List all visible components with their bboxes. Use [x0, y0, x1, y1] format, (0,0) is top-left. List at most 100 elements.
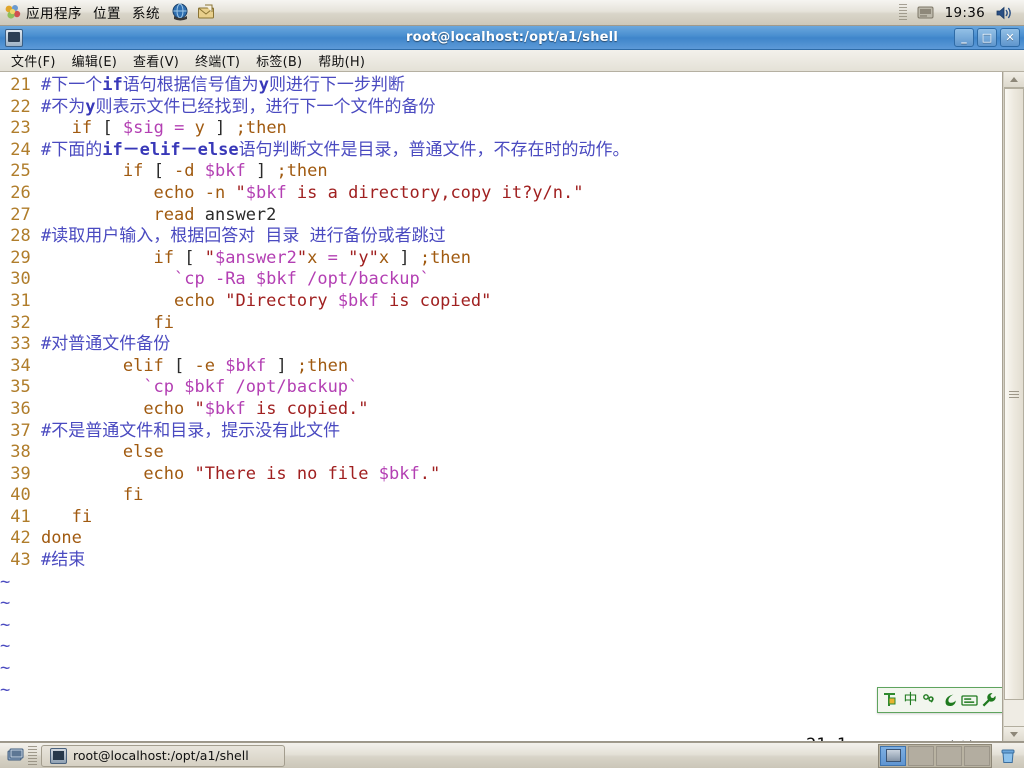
menu-3[interactable]: 查看(V)	[125, 49, 187, 72]
code-segment: "Directory	[225, 290, 338, 311]
soft-keyboard-icon[interactable]	[960, 690, 978, 710]
tray-drag-handle[interactable]	[898, 3, 907, 22]
code-segment: 语句判断文件是目录，普通文件，不存在时的动作。	[238, 139, 630, 160]
code-segment: else	[122, 442, 164, 463]
code-segment: [	[174, 247, 205, 268]
applications-menu-label: 应用程序	[26, 6, 82, 22]
code-segment: 则进行下一步判断	[268, 75, 405, 95]
editor-line: 32 fi	[0, 313, 1002, 335]
menu-5[interactable]: 标签(B)	[248, 49, 310, 72]
code-segment: y	[85, 96, 96, 117]
show-desktop-icon	[7, 748, 23, 760]
menu-label: 终端	[195, 55, 222, 70]
editor-line: 25 if [ -d $bkf ] ;then	[0, 161, 1002, 183]
code-segment: -e	[194, 355, 215, 376]
places-menu[interactable]: 位置	[89, 1, 128, 24]
system-menu[interactable]: 系统	[128, 1, 167, 24]
menu-label: 文件	[11, 55, 38, 70]
workspace-1[interactable]	[880, 745, 906, 766]
editor-line: 23 if [ $sig = y ] ;then	[0, 118, 1002, 140]
ime-toolbar[interactable]: 中	[877, 687, 1003, 713]
minimize-button[interactable]: _	[954, 28, 974, 47]
scrollbar-thumb[interactable]	[1003, 88, 1024, 700]
web-browser-launcher[interactable]	[168, 2, 192, 24]
workspace-switcher[interactable]	[878, 743, 992, 768]
volume-tray-icon[interactable]	[992, 2, 1016, 24]
applications-menu[interactable]: 应用程序	[0, 1, 89, 24]
menu-label: 编辑	[71, 55, 99, 70]
code-segment: 则表示文件已经找到，进行下一个文件的备份	[95, 96, 436, 117]
terminal-window: root@localhost:/opt/a1/shell _ □ ✕ 文件(F)…	[0, 26, 1024, 742]
scroll-up-arrow[interactable]	[1003, 72, 1024, 88]
code-segment: x	[378, 247, 390, 268]
display-tray-icon[interactable]	[914, 2, 938, 24]
workspace-4[interactable]	[964, 745, 990, 766]
editor-line: 41 fi	[0, 507, 1002, 529]
mail-client-icon	[197, 4, 214, 19]
code-segment: "	[204, 247, 215, 268]
empty-line-marker: ~	[0, 593, 1002, 615]
ime-logo-icon[interactable]	[882, 690, 900, 710]
vim-buffer[interactable]: 21 #下一个if语句根据信号值为y则进行下一步判断 22 #不为y则表示文件已…	[0, 72, 1002, 741]
code-segment: ]	[245, 161, 277, 182]
menu-1[interactable]: 文件(F)	[3, 49, 64, 72]
menu-mnemonic: (V)	[159, 55, 180, 70]
code-segment: ;then	[419, 247, 472, 268]
code-segment: $bkf	[255, 269, 297, 290]
taskbar-drag-handle[interactable]	[28, 745, 37, 766]
code-segment: `cp -Ra	[174, 269, 256, 290]
code-segment: ]	[389, 247, 420, 268]
code-segment: #结束	[40, 550, 86, 571]
code-segment: "	[194, 398, 205, 419]
workspace-3[interactable]	[936, 745, 962, 766]
workspace-2[interactable]	[908, 745, 934, 766]
menu-label: 查看	[133, 55, 160, 70]
terminal-scrollbar[interactable]	[1002, 72, 1024, 741]
mail-client-launcher[interactable]	[194, 2, 218, 24]
code-segment: "There is no file	[194, 463, 379, 484]
terminal-view[interactable]: 21 #下一个if语句根据信号值为y则进行下一步判断 22 #不为y则表示文件已…	[0, 72, 1024, 742]
show-desktop-button[interactable]	[4, 745, 26, 767]
code-segment: is a directory,copy it?y/n."	[286, 182, 584, 203]
line-number: 39	[0, 463, 41, 484]
tilde-icon: ~	[0, 614, 11, 635]
code-segment: fi	[122, 485, 144, 506]
empty-line-marker: ~	[0, 572, 1002, 594]
scroll-down-arrow[interactable]	[1003, 726, 1024, 741]
editor-line: 38 else	[0, 442, 1002, 464]
menu-6[interactable]: 帮助(H)	[310, 49, 373, 72]
top-panel-tray: 19:36	[898, 2, 1024, 24]
menu-2[interactable]: 编辑(E)	[64, 49, 125, 72]
panel-clock[interactable]: 19:36	[945, 5, 985, 21]
maximize-button[interactable]: □	[977, 28, 997, 47]
halfwidth-punctuation-icon[interactable]	[921, 690, 939, 710]
menu-mnemonic: (T)	[221, 55, 241, 70]
code-segment: [	[102, 118, 113, 139]
editor-line: 24 #下面的if－elif－else语句判断文件是目录，普通文件，不存在时的动…	[0, 140, 1002, 162]
window-titlebar[interactable]: root@localhost:/opt/a1/shell _ □ ✕	[0, 26, 1024, 50]
trash-applet[interactable]	[998, 746, 1018, 766]
code-segment: if	[153, 247, 175, 268]
empty-line-marker: ~	[0, 615, 1002, 637]
punctuation-icon[interactable]	[941, 690, 959, 710]
code-segment: [	[143, 161, 175, 182]
chinese-mode-icon[interactable]: 中	[901, 690, 919, 710]
line-number: 34	[0, 355, 41, 376]
scrollbar-track[interactable]	[1003, 88, 1024, 726]
task-button-terminal[interactable]: root@localhost:/opt/a1/shell	[41, 744, 285, 767]
close-button[interactable]: ✕	[1000, 28, 1020, 47]
menu-4[interactable]: 终端(T)	[187, 49, 248, 72]
settings-wrench-icon[interactable]	[980, 690, 998, 710]
cursor-position: 21,1	[806, 735, 847, 741]
display-icon	[917, 6, 934, 18]
